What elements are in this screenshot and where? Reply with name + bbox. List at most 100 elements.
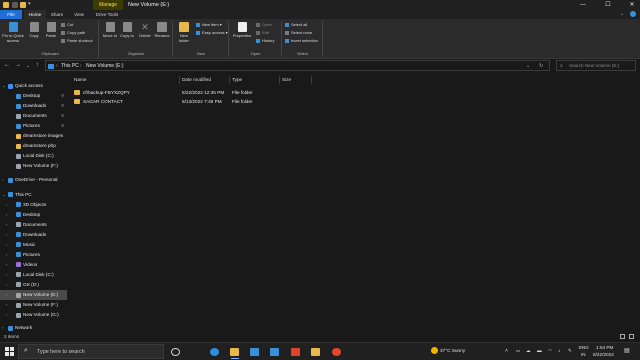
- nav-item[interactable]: › Desktop: [0, 210, 67, 220]
- move-to-button[interactable]: Move to: [102, 22, 118, 39]
- windows-start-icon[interactable]: [5, 347, 14, 356]
- address-dropdown-icon[interactable]: ⌄: [526, 63, 530, 69]
- select-all-button[interactable]: Select all: [285, 22, 307, 27]
- column-header-name[interactable]: Name: [74, 76, 87, 84]
- weather-icon[interactable]: [431, 347, 438, 354]
- nav-item[interactable]: › OS (D:): [0, 280, 67, 290]
- nav-item[interactable]: › Videos: [0, 260, 67, 270]
- up-button[interactable]: ↑: [33, 61, 41, 70]
- expand-chevron-icon[interactable]: ›: [6, 220, 10, 230]
- search-box[interactable]: ⌕ Search New Volume (E:): [556, 60, 636, 71]
- column-divider[interactable]: [311, 76, 312, 84]
- expand-chevron-icon[interactable]: ›: [6, 230, 10, 240]
- column-divider[interactable]: [279, 76, 280, 84]
- nav-item[interactable]: › Local Disk (C:): [0, 270, 67, 280]
- breadcrumb-current[interactable]: New Volume (E:): [86, 63, 124, 69]
- tray-volume-icon[interactable]: ♪: [558, 348, 560, 353]
- properties-button[interactable]: Properties: [232, 22, 252, 39]
- region-indicator[interactable]: IN: [581, 352, 586, 357]
- nav-item[interactable]: › Pictures: [0, 250, 67, 260]
- nav-item[interactable]: Documents ⚲: [0, 111, 67, 121]
- nav-item[interactable]: Pictures ⚲: [0, 121, 67, 131]
- expand-chevron-icon[interactable]: ⌄: [2, 81, 6, 91]
- large-icons-view-icon[interactable]: [629, 334, 634, 339]
- nav-item[interactable]: ⌄ This PC: [0, 190, 67, 200]
- copy-button[interactable]: Copy: [27, 22, 41, 39]
- forward-button[interactable]: →: [14, 61, 22, 70]
- quick-access-dropdown-icon[interactable]: ▾: [28, 1, 31, 7]
- details-view-icon[interactable]: [620, 334, 625, 339]
- column-header-date[interactable]: Date modified: [182, 76, 211, 84]
- nav-item[interactable]: › 3D Objects: [0, 200, 67, 210]
- maximize-button[interactable]: ☐: [600, 0, 616, 10]
- address-bar[interactable]: › This PC › New Volume (E:) ⌄ ↻: [45, 60, 550, 71]
- mail-icon[interactable]: [265, 345, 285, 359]
- nav-item[interactable]: › New Volume (G:): [0, 310, 67, 320]
- tray-cloud-icon[interactable]: ☁: [526, 348, 531, 354]
- easy-access-button[interactable]: Easy access ▾: [196, 30, 228, 35]
- nav-item[interactable]: New Volume (F:): [0, 161, 67, 171]
- tray-network-icon[interactable]: ▭: [516, 348, 520, 354]
- expand-chevron-icon[interactable]: ›: [6, 280, 10, 290]
- file-explorer-icon[interactable]: [225, 345, 245, 359]
- nav-item[interactable]: › Documents: [0, 220, 67, 230]
- chrome-icon[interactable]: [327, 345, 347, 359]
- tab-share[interactable]: Share: [47, 10, 67, 19]
- nav-item[interactable]: › Music: [0, 240, 67, 250]
- refresh-icon[interactable]: ↻: [539, 63, 543, 69]
- pin-to-quick-access-button[interactable]: Pin to Quick access: [2, 22, 24, 43]
- expand-chevron-icon[interactable]: ›: [6, 240, 10, 250]
- expand-chevron-icon[interactable]: ›: [6, 250, 10, 260]
- open-button[interactable]: Open: [256, 22, 272, 27]
- invert-selection-button[interactable]: Invert selection: [285, 38, 318, 43]
- task-view-icon[interactable]: [166, 345, 186, 359]
- nav-item[interactable]: dreamstore images: [0, 131, 67, 141]
- tab-home[interactable]: Home: [24, 10, 46, 19]
- copy-path-button[interactable]: Copy path: [61, 30, 85, 35]
- expand-chevron-icon[interactable]: ⌄: [2, 190, 6, 200]
- paste-shortcut-button[interactable]: Paste shortcut: [61, 38, 93, 43]
- store-icon[interactable]: [245, 345, 265, 359]
- recent-locations-button[interactable]: ⌄: [24, 61, 32, 70]
- expand-chevron-icon[interactable]: ›: [6, 210, 10, 220]
- expand-chevron-icon[interactable]: ›: [6, 290, 10, 300]
- help-icon[interactable]: [630, 11, 636, 17]
- properties-quick-icon[interactable]: [12, 2, 18, 8]
- tab-drive-tools[interactable]: Drive Tools: [92, 10, 122, 19]
- nav-item[interactable]: › New Volume (F:): [0, 300, 67, 310]
- column-divider[interactable]: [179, 76, 180, 84]
- select-none-button[interactable]: Select none: [285, 30, 312, 35]
- back-button[interactable]: ←: [3, 61, 11, 70]
- new-folder-quick-icon[interactable]: [20, 2, 26, 8]
- cut-button[interactable]: Cut: [61, 22, 73, 27]
- tab-file[interactable]: File: [0, 10, 22, 19]
- rename-button[interactable]: Rename: [154, 22, 170, 39]
- minimize-button[interactable]: —: [575, 0, 591, 10]
- expand-ribbon-icon[interactable]: ⌄: [620, 11, 624, 17]
- manage-tab[interactable]: Manage: [93, 0, 123, 10]
- nav-item[interactable]: Local Disk (C:): [0, 151, 67, 161]
- expand-chevron-icon[interactable]: ›: [6, 260, 10, 270]
- nav-item[interactable]: › OneDrive - Personal: [0, 175, 67, 185]
- clock-time[interactable]: 1:04 PM: [596, 345, 613, 350]
- column-header-size[interactable]: Size: [282, 76, 291, 84]
- expand-chevron-icon[interactable]: ›: [6, 310, 10, 320]
- office-icon[interactable]: [286, 345, 306, 359]
- expand-chevron-icon[interactable]: ›: [2, 175, 6, 185]
- expand-chevron-icon[interactable]: ›: [6, 300, 10, 310]
- new-item-button[interactable]: New item ▾: [196, 22, 222, 27]
- breadcrumb-this-pc[interactable]: This PC: [61, 63, 79, 69]
- nav-item[interactable]: ⌄ Quick access: [0, 81, 67, 91]
- new-folder-button[interactable]: New folder: [176, 22, 192, 43]
- edge-icon[interactable]: [205, 345, 225, 359]
- nav-item[interactable]: dreamstore php: [0, 141, 67, 151]
- explorer-alt-icon[interactable]: [306, 345, 326, 359]
- tray-battery-icon[interactable]: ▬: [537, 348, 542, 353]
- close-button[interactable]: ✕: [624, 0, 640, 10]
- column-header-type[interactable]: Type: [232, 76, 242, 84]
- history-button[interactable]: History: [256, 38, 274, 43]
- file-row[interactable]: SAGAR CONTACT 5/13/2022 7:49 PM File fol…: [70, 97, 310, 106]
- language-indicator[interactable]: ENG: [579, 345, 589, 350]
- nav-item[interactable]: Desktop ⚲: [0, 91, 67, 101]
- expand-chevron-icon[interactable]: ›: [6, 270, 10, 280]
